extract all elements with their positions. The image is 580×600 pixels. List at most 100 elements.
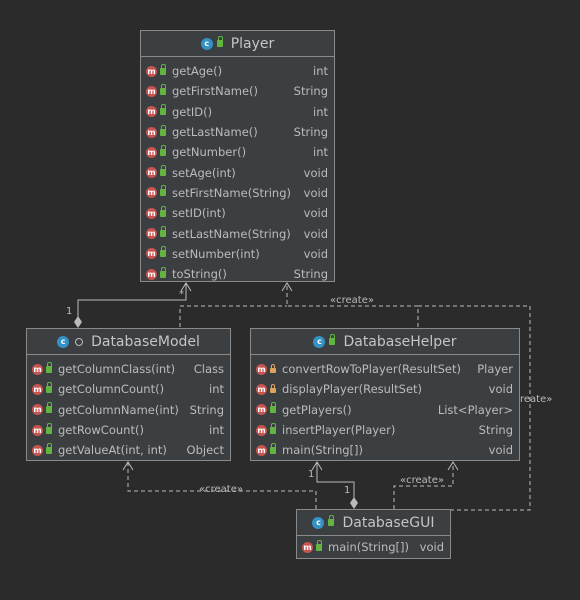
method-row[interactable]: m getID() int (141, 102, 334, 122)
method-name: getID() (172, 104, 213, 119)
return-type: String (293, 84, 328, 99)
class-header: c DatabaseModel (27, 329, 230, 355)
method-row[interactable]: m setLastName(String) void (141, 223, 334, 243)
member-list: m main(String[]) void (297, 536, 450, 559)
public-lock-icon (160, 124, 166, 136)
method-icon: m (32, 363, 43, 375)
edge-model-player (77, 283, 187, 325)
return-type: String (293, 125, 328, 140)
method-row[interactable]: m getNumber() int (141, 142, 334, 162)
method-row[interactable]: m setFirstName(String) void (141, 183, 334, 203)
method-icon: m (146, 207, 157, 219)
return-type: String (478, 423, 513, 438)
stereotype-label: «create» (199, 484, 243, 495)
class-header: c DatabaseHelper (251, 329, 519, 355)
public-lock-icon (160, 185, 166, 197)
return-type: int (209, 382, 224, 397)
multiplicity-label: 1 (66, 306, 73, 317)
method-row[interactable]: m getLastName() String (141, 122, 334, 142)
method-name: setFirstName(String) (172, 185, 291, 200)
public-lock-icon (316, 539, 322, 551)
method-icon: m (146, 126, 157, 138)
method-name: getPlayers() (282, 402, 352, 417)
method-name: getColumnName(int) (58, 402, 179, 417)
stereotype-label: «create» (330, 295, 374, 306)
private-lock-icon (270, 364, 276, 374)
method-name: getColumnClass(int) (58, 362, 176, 377)
multiplicity-label: 1 (308, 469, 315, 480)
method-icon: m (256, 383, 267, 395)
class-node-database-helper[interactable]: c DatabaseHelper m convertRowToPlayer(Res… (250, 328, 520, 461)
method-row[interactable]: m insertPlayer(Player) String (251, 420, 519, 440)
method-icon: m (146, 187, 157, 199)
method-row[interactable]: m getFirstName() String (141, 81, 334, 101)
class-node-player[interactable]: c Player m getAge() int m getFirstName() Stri… (140, 30, 335, 282)
method-name: getRowCount() (58, 423, 144, 438)
method-icon: m (146, 268, 157, 280)
method-row[interactable]: m getColumnName(int) String (27, 400, 230, 420)
class-node-database-gui[interactable]: c DatabaseGUI m main(String[]) void (296, 509, 451, 559)
return-type: Player (477, 362, 513, 377)
method-row[interactable]: m getRowCount() int (27, 420, 230, 440)
method-row[interactable]: m getValueAt(int, int) Object (27, 440, 230, 460)
multiplicity-label: * (179, 289, 184, 300)
public-lock-icon (160, 104, 166, 116)
public-lock-icon (160, 226, 166, 238)
public-lock-icon (160, 266, 166, 278)
class-name: Player (230, 35, 275, 52)
method-name: main(String[]) (282, 443, 363, 458)
member-list: m getColumnClass(int) Class m getColumnCount… (27, 355, 230, 462)
method-row[interactable]: m convertRowToPlayer(ResultSet) Player (251, 359, 519, 379)
return-type: void (488, 382, 513, 397)
method-name: setID(int) (172, 206, 226, 221)
return-type: void (303, 206, 328, 221)
method-row[interactable]: m toString() String (141, 264, 334, 284)
method-icon: m (146, 248, 157, 260)
aggregation-diamond-model (74, 316, 82, 328)
public-lock-icon (160, 144, 166, 156)
method-icon: m (146, 167, 157, 179)
arrowhead-gui-helper (447, 461, 459, 471)
package-visibility-icon (75, 337, 84, 346)
method-row[interactable]: m getColumnCount() int (27, 379, 230, 399)
method-row[interactable]: m main(String[]) void (251, 440, 519, 460)
class-icon: c (57, 335, 70, 348)
method-name: getColumnCount() (58, 382, 165, 397)
public-lock-icon (270, 442, 276, 454)
method-name: getLastName() (172, 125, 258, 140)
method-row[interactable]: m setAge(int) void (141, 162, 334, 182)
method-row[interactable]: m getAge() int (141, 61, 334, 81)
class-header: c Player (141, 31, 334, 57)
public-lock-icon (216, 36, 223, 47)
class-header: c DatabaseGUI (297, 510, 450, 536)
public-lock-icon (329, 334, 336, 345)
class-icon: c (200, 37, 213, 50)
edge-gui-player-left (179, 305, 287, 327)
uml-diagram-canvas[interactable]: 1 * «create» «create» «create» reate» 1 … (0, 0, 580, 600)
method-row[interactable]: m setNumber(int) void (141, 244, 334, 264)
method-icon: m (256, 363, 267, 375)
method-icon: m (146, 106, 157, 118)
class-icon: c (313, 335, 326, 348)
return-type: void (488, 443, 513, 458)
method-row[interactable]: m getColumnClass(int) Class (27, 359, 230, 379)
method-icon: m (146, 146, 157, 158)
public-lock-icon (328, 515, 335, 526)
public-lock-icon (160, 205, 166, 217)
method-row[interactable]: m setID(int) void (141, 203, 334, 223)
class-node-database-model[interactable]: c DatabaseModel m getColumnClass(int) Clas… (26, 328, 231, 461)
return-type: int (209, 423, 224, 438)
method-row[interactable]: m displayPlayer(ResultSet) void (251, 379, 519, 399)
method-icon: m (32, 424, 43, 436)
return-type: String (189, 402, 224, 417)
public-lock-icon (160, 63, 166, 75)
method-row[interactable]: m main(String[]) void (297, 537, 450, 557)
class-name: DatabaseModel (91, 333, 200, 350)
stereotype-label: «create» (400, 475, 444, 486)
private-lock-icon (270, 384, 276, 394)
class-icon: c (312, 516, 325, 529)
method-row[interactable]: m getPlayers() List<Player> (251, 400, 519, 420)
method-icon: m (146, 228, 157, 240)
method-name: getFirstName() (172, 84, 258, 99)
return-type: void (303, 226, 328, 241)
